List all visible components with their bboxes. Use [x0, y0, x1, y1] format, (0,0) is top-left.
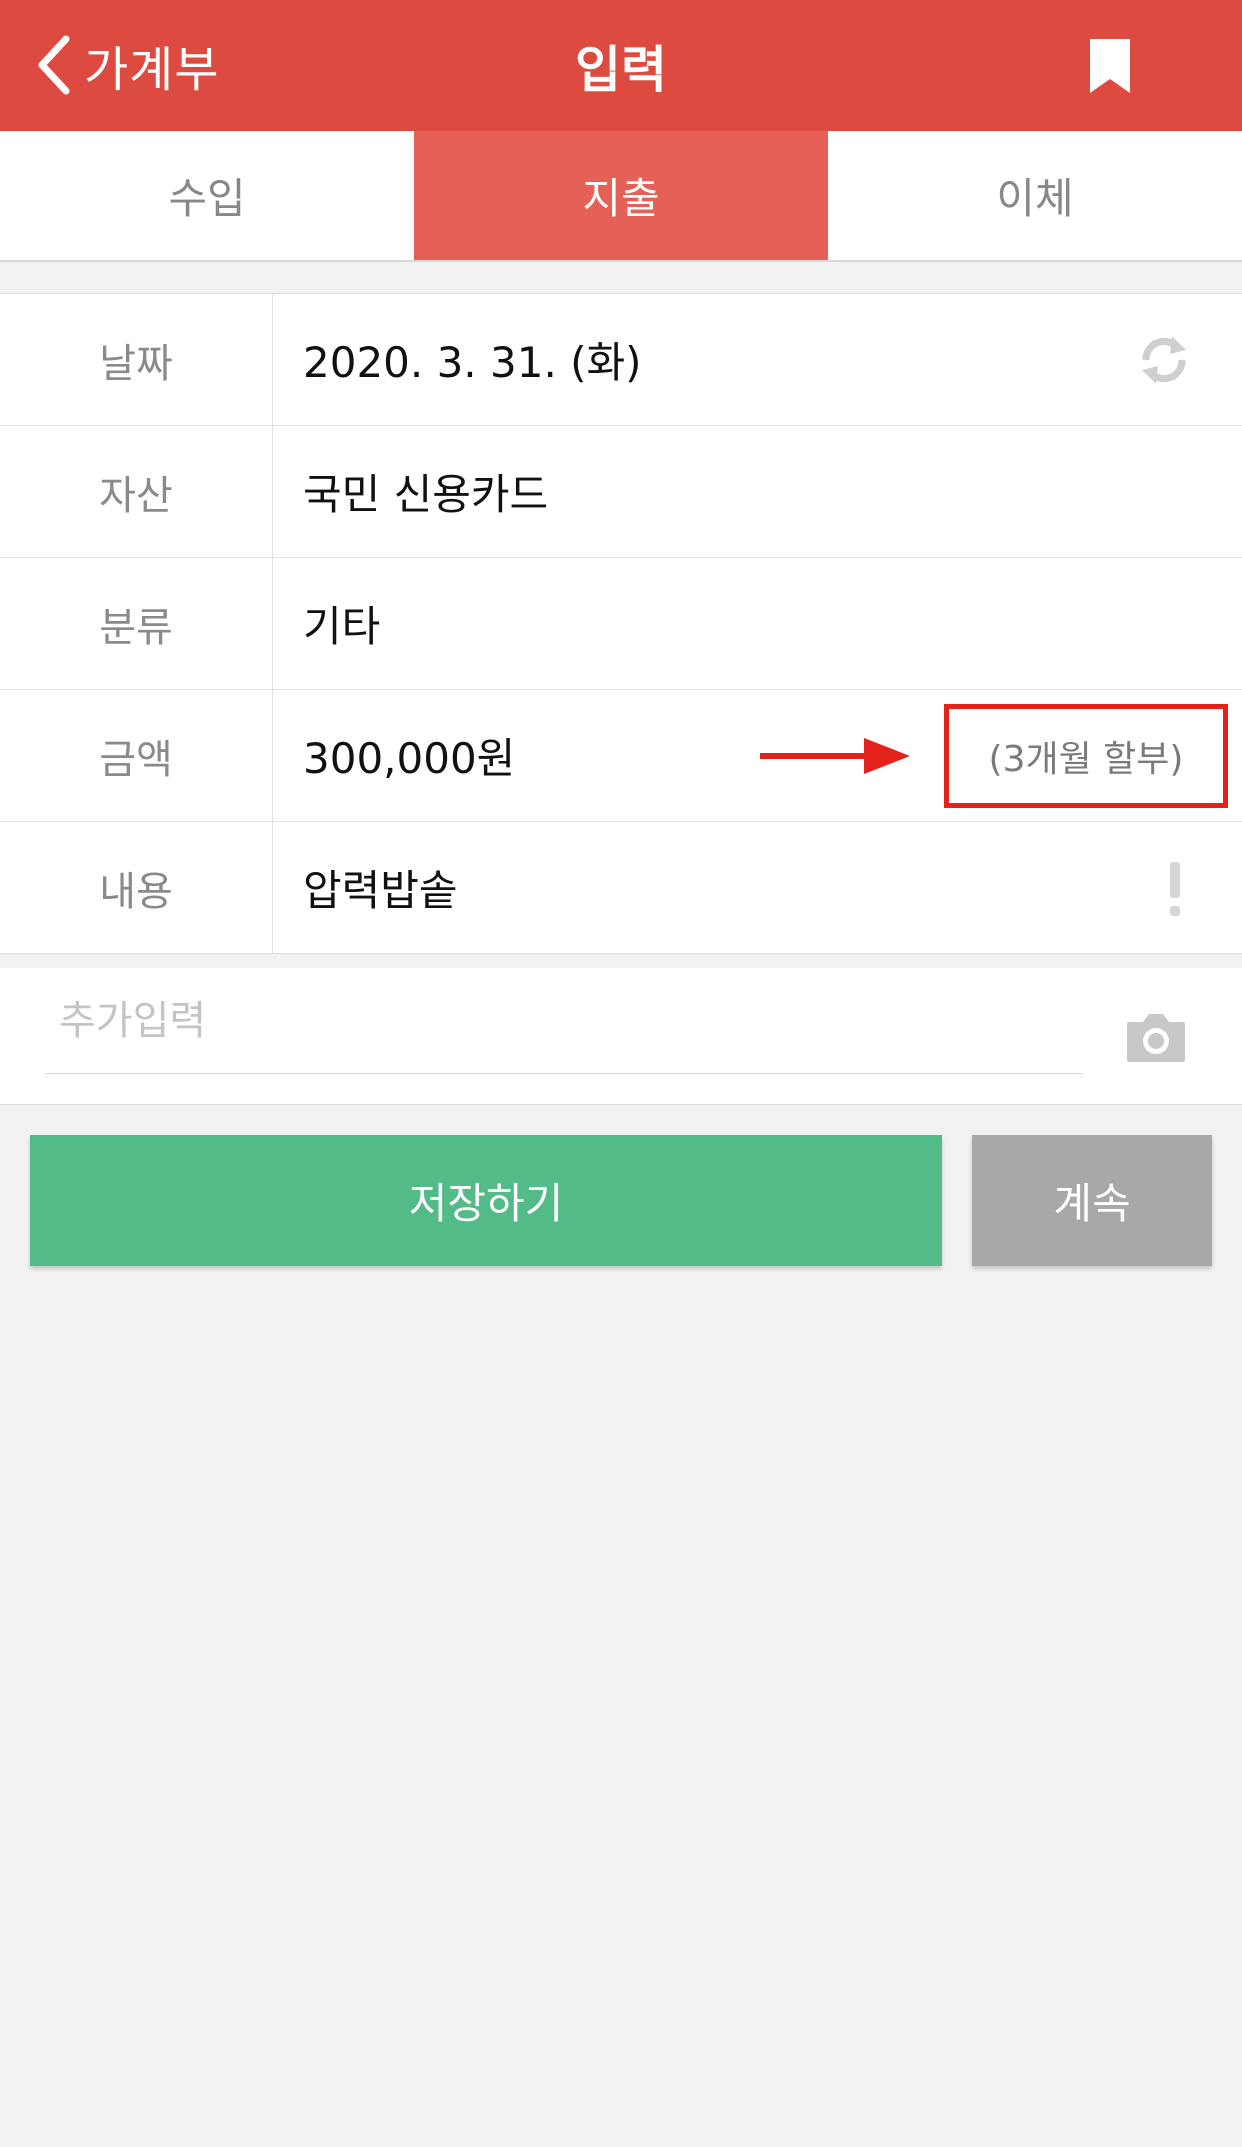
- category-label: 분류: [0, 558, 273, 689]
- bookmark-icon[interactable]: [1086, 37, 1134, 95]
- amount-row[interactable]: 금액 300,000원 (3개월 할부): [0, 690, 1242, 822]
- continue-button[interactable]: 계속: [972, 1135, 1212, 1266]
- date-label: 날짜: [0, 294, 273, 425]
- type-tabs: 수입 지출 이체: [0, 131, 1242, 262]
- exclamation-icon[interactable]: [1168, 862, 1182, 916]
- refresh-icon[interactable]: [1136, 332, 1192, 388]
- amount-label: 금액: [0, 690, 273, 821]
- entry-form: 날짜 2020. 3. 31. (화) 자산 국민 신용카드 분류 기타 금액 …: [0, 293, 1242, 954]
- content-value: 압력밥솥: [303, 866, 458, 915]
- content-label: 내용: [0, 822, 273, 953]
- content-row[interactable]: 내용 압력밥솥: [0, 822, 1242, 953]
- tab-transfer[interactable]: 이체: [828, 131, 1242, 260]
- back-button[interactable]: 가계부: [34, 30, 219, 100]
- save-button[interactable]: 저장하기: [30, 1135, 942, 1266]
- asset-row[interactable]: 자산 국민 신용카드: [0, 426, 1242, 558]
- tab-expense[interactable]: 지출: [414, 131, 828, 260]
- category-value: 기타: [303, 602, 381, 651]
- memo-section: [0, 968, 1242, 1105]
- tab-income[interactable]: 수입: [0, 131, 414, 260]
- camera-icon[interactable]: [1125, 1008, 1187, 1064]
- chevron-left-icon: [38, 35, 70, 95]
- asset-value: 국민 신용카드: [303, 470, 549, 519]
- back-label: 가계부: [84, 42, 220, 98]
- category-row[interactable]: 분류 기타: [0, 558, 1242, 690]
- date-row[interactable]: 날짜 2020. 3. 31. (화): [0, 294, 1242, 426]
- asset-label: 자산: [0, 426, 273, 557]
- app-header: 가계부 입력: [0, 0, 1242, 131]
- arrow-right-icon: [760, 738, 910, 774]
- date-value: 2020. 3. 31. (화): [303, 338, 642, 387]
- memo-input[interactable]: [45, 968, 1083, 1074]
- installment-badge: (3개월 할부): [944, 704, 1228, 808]
